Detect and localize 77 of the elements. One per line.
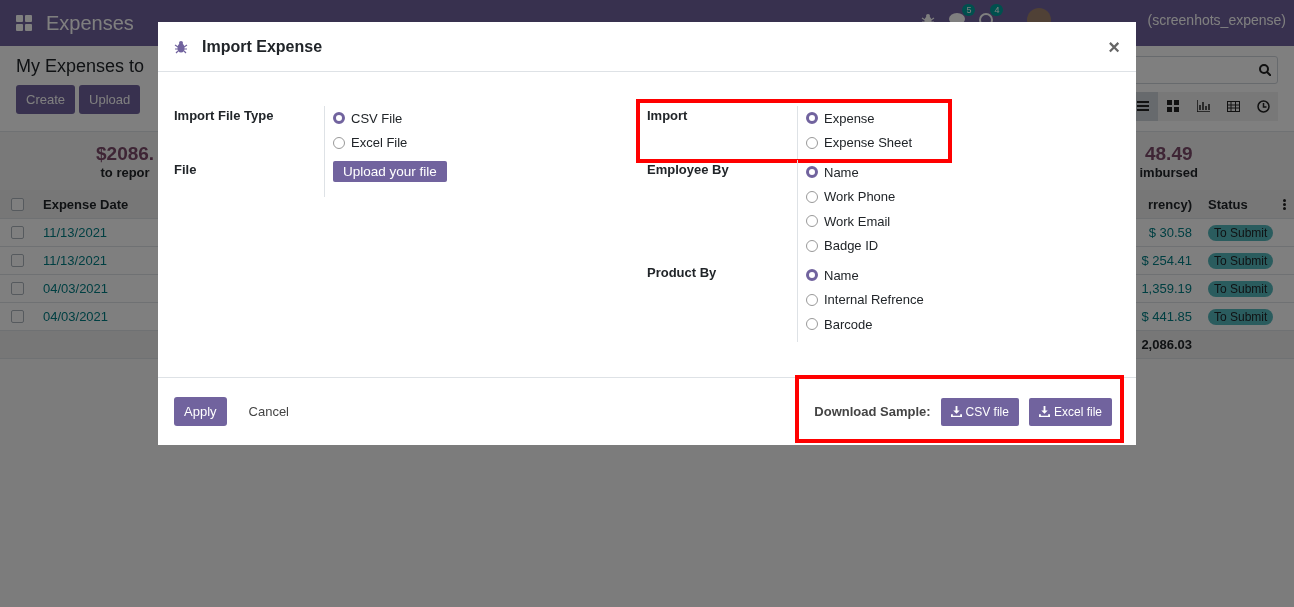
bar-chart-icon: [1196, 100, 1210, 113]
kanban-icon: [1167, 100, 1179, 113]
option-label: Expense Sheet: [824, 135, 913, 151]
table-cell-text: 1,359.19: [1140, 281, 1193, 296]
table-cell-text: 04/03/2021: [42, 281, 110, 296]
search-icon: [1259, 63, 1271, 76]
radio-button[interactable]: [333, 112, 345, 125]
upload-button[interactable]: Upload your file: [333, 161, 447, 182]
option-label: Barcode: [824, 316, 873, 332]
checkbox[interactable]: [11, 310, 24, 323]
radio-button[interactable]: [806, 215, 818, 228]
checkbox[interactable]: [11, 254, 24, 267]
table-cell-text: 04/03/2021: [42, 309, 110, 324]
toolbar-button[interactable]: Create: [16, 85, 76, 114]
breadcrumb: My Expenses to: [16, 56, 145, 77]
radio-button[interactable]: [806, 136, 818, 149]
checkbox[interactable]: [11, 226, 24, 239]
apply-button[interactable]: Apply: [174, 397, 227, 426]
download-button[interactable]: CSV file: [940, 397, 1019, 426]
checkbox[interactable]: [11, 197, 24, 211]
table-cell-text: $ 30.58: [1147, 225, 1193, 240]
option-label: Work Email: [824, 213, 891, 229]
user-name[interactable]: (screenhots_expense): [1147, 12, 1286, 28]
more-icon[interactable]: [1283, 198, 1286, 210]
option-label: Expense: [824, 110, 875, 126]
activity-count: 4: [990, 4, 1004, 16]
download-button[interactable]: Excel file: [1028, 397, 1112, 426]
checkbox[interactable]: [11, 282, 24, 295]
field-label: Import File Type: [174, 107, 275, 125]
radio-button[interactable]: [806, 239, 818, 252]
summary-label: imbursed: [1139, 164, 1198, 180]
radio-button[interactable]: [806, 166, 818, 179]
radio-button[interactable]: [806, 293, 818, 306]
status-badge: To Submit: [1208, 308, 1274, 325]
option-label: Excel File: [351, 135, 408, 151]
table-cell-text: 11/13/2021: [42, 253, 109, 268]
list-icon: [1137, 101, 1149, 112]
status-badge: To Submit: [1208, 252, 1274, 269]
status-badge: To Submit: [1208, 280, 1274, 297]
radio-button[interactable]: [806, 269, 818, 282]
column-header[interactable]: Expense Date: [35, 196, 158, 212]
option-label: Work Phone: [824, 189, 896, 205]
field-label: File: [174, 161, 198, 179]
table-cell-text: $ 441.85: [1140, 309, 1193, 324]
option-label: Internal Refrence: [824, 292, 924, 308]
bug-icon: [174, 39, 188, 54]
option-label: Badge ID: [824, 238, 879, 254]
close-button[interactable]: ×: [1108, 36, 1120, 57]
cancel-button[interactable]: Cancel: [242, 403, 295, 420]
radio-button[interactable]: [806, 318, 818, 331]
toolbar-button[interactable]: Upload: [79, 85, 141, 114]
radio-button[interactable]: [333, 136, 345, 149]
summary-amount: $2086.: [96, 142, 155, 165]
field-label: Employee By: [647, 161, 730, 179]
field-label: Product By: [647, 264, 718, 282]
option-label: Name: [824, 267, 859, 283]
table-cell-text: 11/13/2021: [42, 225, 109, 240]
total-cell-text: 2,086.03: [1140, 337, 1193, 352]
summary-label: to repor: [100, 164, 150, 180]
option-label: CSV File: [351, 110, 403, 126]
radio-button[interactable]: [806, 190, 818, 203]
download-label: Download Sample:: [814, 404, 931, 419]
table-icon: [1226, 100, 1240, 112]
dialog-title: Import Expense: [202, 37, 323, 56]
status-badge: To Submit: [1208, 224, 1274, 241]
field-label: Import: [647, 107, 689, 125]
column-header[interactable]: Status: [1208, 196, 1248, 212]
table-cell-text: $ 254.41: [1140, 253, 1193, 268]
radio-button[interactable]: [806, 112, 818, 125]
summary-amount: 48.49: [1144, 142, 1193, 165]
clock-icon: [1256, 99, 1270, 113]
download-icon: [950, 406, 962, 417]
option-label: Name: [824, 164, 859, 180]
apps-menu-icon[interactable]: [16, 15, 32, 31]
app-title: Expenses: [46, 11, 134, 35]
message-count: 5: [962, 4, 976, 16]
download-icon: [1038, 406, 1050, 417]
